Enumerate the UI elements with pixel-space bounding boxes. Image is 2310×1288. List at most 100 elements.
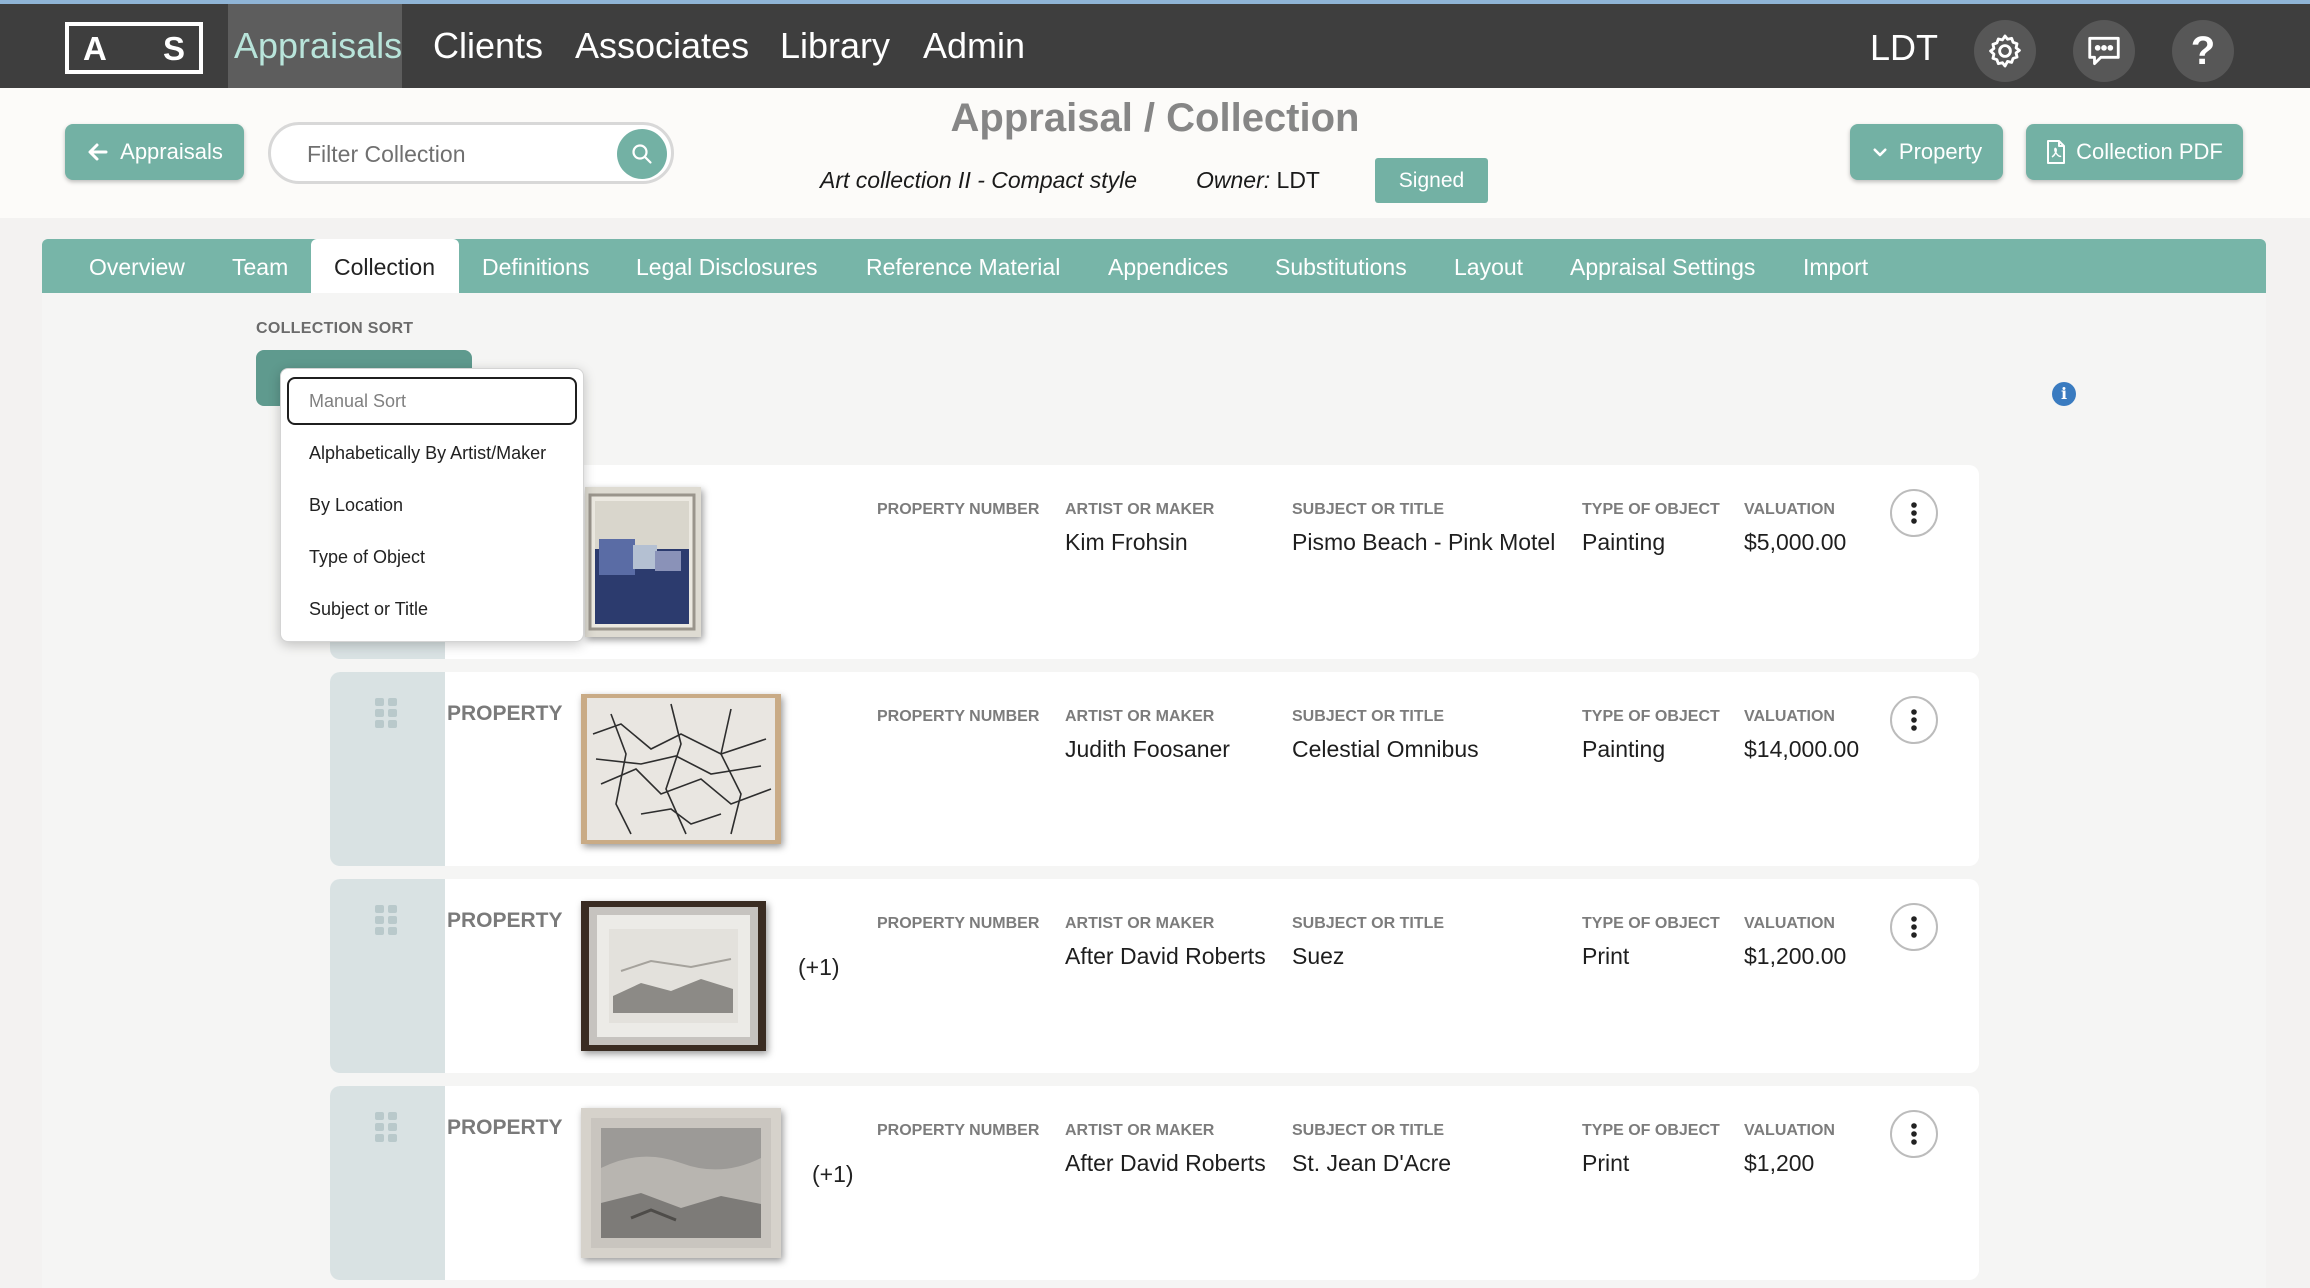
valuation-header: VALUATION (1744, 501, 1835, 518)
artist-header: ARTIST OR MAKER (1065, 501, 1215, 518)
search-button[interactable] (617, 129, 667, 179)
collection-pdf-button[interactable]: Collection PDF (2026, 124, 2243, 180)
property-label: PROPERTY (447, 702, 563, 725)
property-card: PROPERTY (+1) PROPERTY NUMBER ARTIST OR … (330, 1086, 1979, 1280)
artist-header: ARTIST OR MAKER (1065, 708, 1215, 725)
subject-value: Pismo Beach - Pink Motel (1292, 529, 1556, 555)
appraisal-tabs: Overview Team Collection Definitions Leg… (42, 239, 2266, 293)
settings-button[interactable] (1974, 20, 2036, 82)
property-menu-button[interactable] (1890, 1110, 1938, 1158)
drag-handle-icon[interactable] (375, 698, 399, 728)
user-initials[interactable]: LDT (1870, 4, 1938, 88)
drag-column (330, 879, 445, 1073)
drag-handle-icon[interactable] (375, 1112, 399, 1142)
artist-value: After David Roberts (1065, 1150, 1266, 1176)
property-number-header: PROPERTY NUMBER (877, 1122, 1040, 1139)
type-header: TYPE OF OBJECT (1582, 708, 1720, 725)
back-button-label: Appraisals (120, 139, 223, 164)
owner-value: LDT (1276, 167, 1320, 193)
property-card: PROPERTY PROPERTY NUMBER ARTIST OR MAKER… (330, 672, 1979, 866)
sort-option-type[interactable]: Type of Object (309, 547, 425, 568)
tab-team[interactable]: Team (232, 239, 288, 293)
tab-appraisal-settings[interactable]: Appraisal Settings (1570, 239, 1755, 293)
chevron-down-icon (1873, 148, 1887, 157)
more-vertical-icon (1911, 1123, 1917, 1145)
nav-admin[interactable]: Admin (923, 4, 1025, 88)
property-number-header: PROPERTY NUMBER (877, 915, 1040, 932)
sort-dropdown-menu: Manual Sort Alphabetically By Artist/Mak… (280, 368, 584, 642)
property-thumbnail[interactable] (581, 694, 781, 844)
type-header: TYPE OF OBJECT (1582, 1122, 1720, 1139)
property-menu-button[interactable] (1890, 696, 1938, 744)
tab-reference-material[interactable]: Reference Material (866, 239, 1060, 293)
tab-substitutions[interactable]: Substitutions (1275, 239, 1407, 293)
collection-subtitle: Art collection II - Compact style (820, 167, 1137, 193)
tab-collection[interactable]: Collection (311, 239, 459, 293)
extra-images-count: (+1) (812, 1161, 854, 1187)
type-value: Print (1582, 1150, 1630, 1176)
page-title: Appraisal / Collection (950, 96, 1360, 140)
nav-library[interactable]: Library (780, 4, 890, 88)
property-thumbnail[interactable] (581, 901, 766, 1051)
owner-info: Owner: LDT (1196, 167, 1320, 194)
valuation-value: $1,200 (1744, 1150, 1815, 1176)
valuation-value: $5,000.00 (1744, 529, 1847, 555)
logo-letter-s: S (162, 30, 185, 67)
artist-value: Judith Foosaner (1065, 736, 1230, 762)
extra-images-count: (+1) (798, 954, 840, 980)
artist-header: ARTIST OR MAKER (1065, 1122, 1215, 1139)
chat-icon (2088, 36, 2120, 66)
search-icon (632, 144, 652, 164)
sort-option-artist[interactable]: Alphabetically By Artist/Maker (309, 443, 546, 464)
property-number-header: PROPERTY NUMBER (877, 501, 1040, 518)
artist-header: ARTIST OR MAKER (1065, 915, 1215, 932)
filter-collection-input[interactable] (307, 137, 607, 171)
artist-value: After David Roberts (1065, 943, 1266, 969)
tab-overview[interactable]: Overview (89, 239, 185, 293)
property-card: PROPERTY (+1) PROPERTY NUMBER ARTIST OR … (330, 879, 1979, 1073)
status-badge: Signed (1375, 158, 1488, 203)
nav-appraisals[interactable]: Appraisals (228, 4, 402, 88)
property-number-header: PROPERTY NUMBER (877, 708, 1040, 725)
info-icon[interactable]: i (2052, 382, 2076, 406)
nav-associates[interactable]: Associates (575, 4, 749, 88)
property-thumbnail[interactable] (581, 1108, 781, 1258)
feedback-button[interactable] (2073, 20, 2135, 82)
filter-collection-field[interactable] (268, 122, 674, 184)
collection-sort-label: COLLECTION SORT (256, 320, 414, 337)
type-value: Print (1582, 943, 1630, 969)
top-nav-bar: A S Appraisals Clients Associates Librar… (0, 0, 2310, 88)
tab-import[interactable]: Import (1803, 239, 1868, 293)
type-value: Painting (1582, 736, 1666, 762)
subject-header: SUBJECT OR TITLE (1292, 915, 1445, 932)
tab-definitions[interactable]: Definitions (482, 239, 589, 293)
gear-icon (1989, 34, 2021, 68)
sort-option-manual[interactable]: Manual Sort (287, 377, 577, 425)
owner-label: Owner: (1196, 167, 1271, 193)
valuation-header: VALUATION (1744, 708, 1835, 725)
property-label: PROPERTY (447, 1116, 563, 1139)
nav-clients[interactable]: Clients (433, 4, 543, 88)
more-vertical-icon (1911, 916, 1917, 938)
tab-legal-disclosures[interactable]: Legal Disclosures (636, 239, 818, 293)
drag-column (330, 672, 445, 866)
pdf-file-icon (2047, 140, 2066, 164)
property-thumbnail[interactable] (585, 487, 701, 637)
sort-option-location[interactable]: By Location (309, 495, 403, 516)
property-dropdown-button[interactable]: Property (1850, 124, 2003, 180)
tab-layout[interactable]: Layout (1454, 239, 1523, 293)
back-to-appraisals-button[interactable]: Appraisals (65, 124, 244, 180)
drag-handle-icon[interactable] (375, 905, 399, 935)
sort-option-subject[interactable]: Subject or Title (309, 599, 428, 620)
tab-appendices[interactable]: Appendices (1108, 239, 1228, 293)
property-menu-button[interactable] (1890, 903, 1938, 951)
subject-value: Suez (1292, 943, 1345, 969)
valuation-value: $14,000.00 (1744, 736, 1860, 762)
app-logo[interactable]: A S (65, 22, 203, 74)
subject-value: St. Jean D'Acre (1292, 1150, 1452, 1176)
property-menu-button[interactable] (1890, 489, 1938, 537)
property-button-label: Property (1898, 139, 1983, 164)
help-button[interactable]: ? (2172, 20, 2234, 82)
arrow-left-icon (88, 143, 108, 161)
more-vertical-icon (1911, 502, 1917, 524)
